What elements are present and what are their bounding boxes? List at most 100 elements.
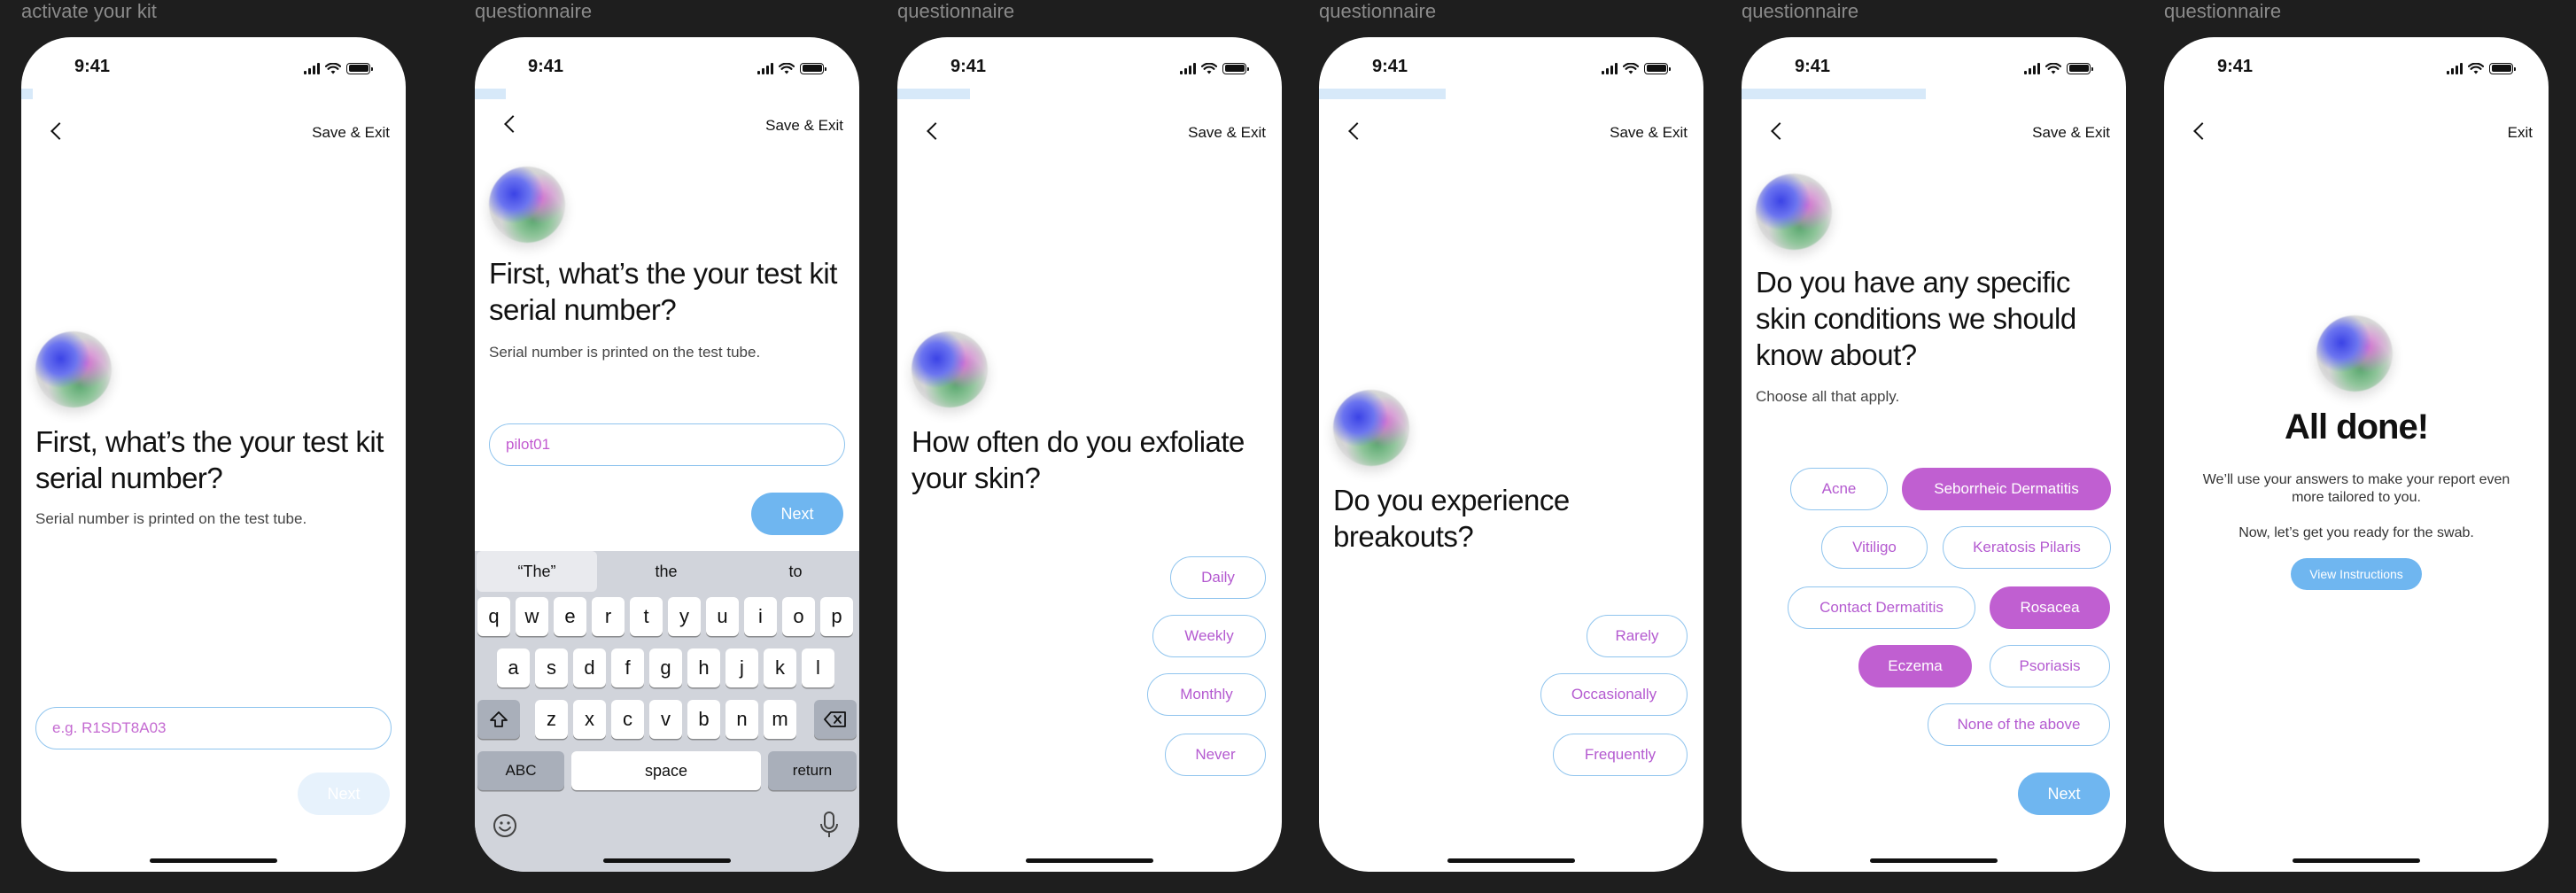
key-f[interactable]: f — [611, 648, 644, 687]
condition-chip-keratosis-pilaris[interactable]: Keratosis Pilaris — [1943, 526, 2111, 569]
wifi-icon — [1623, 62, 1639, 74]
save-exit-link[interactable]: Save & Exit — [312, 124, 390, 142]
status-icons — [1180, 62, 1249, 74]
keyboard-suggestion[interactable]: to — [735, 551, 856, 592]
save-exit-link[interactable]: Save & Exit — [765, 117, 843, 135]
space-key[interactable]: space — [571, 751, 761, 790]
page-title: First, what’s the your test kit serial n… — [489, 257, 837, 326]
key-r[interactable]: r — [592, 597, 625, 636]
frame-label: questionnaire — [1319, 0, 1437, 22]
next-button[interactable]: Next — [751, 493, 843, 535]
wifi-icon — [2045, 62, 2061, 74]
return-key[interactable]: return — [768, 751, 857, 790]
assistant-orb-avatar — [912, 331, 988, 408]
serial-number-input[interactable]: pilot01 — [489, 423, 845, 466]
delete-key[interactable] — [814, 700, 857, 739]
back-button[interactable] — [1765, 119, 1789, 144]
key-z[interactable]: z — [535, 700, 568, 739]
key-w[interactable]: w — [516, 597, 548, 636]
keyboard-suggestion[interactable]: the — [606, 551, 726, 592]
frame-label: questionnaire — [2164, 0, 2282, 22]
progress-track — [1319, 89, 1703, 99]
key-y[interactable]: y — [668, 597, 701, 636]
abc-key[interactable]: ABC — [477, 751, 564, 790]
key-o[interactable]: o — [782, 597, 815, 636]
chevron-left-icon — [927, 122, 944, 140]
battery-icon — [346, 62, 373, 74]
option-chip[interactable]: Daily — [1170, 556, 1266, 599]
key-l[interactable]: l — [802, 648, 834, 687]
cellular-signal-icon — [1180, 62, 1196, 74]
page-title: Do you have any specific skin conditions… — [1756, 266, 2076, 371]
next-button[interactable]: Next — [298, 773, 390, 815]
emoji-icon[interactable] — [491, 811, 519, 840]
option-chip[interactable]: Weekly — [1152, 615, 1266, 657]
condition-chip-seborrheic-dermatitis[interactable]: Seborrheic Dermatitis — [1902, 468, 2111, 510]
key-m[interactable]: m — [764, 700, 796, 739]
page-subtitle: Choose all that apply. — [1756, 388, 1900, 405]
back-button[interactable] — [920, 119, 945, 144]
back-button[interactable] — [498, 112, 523, 136]
key-p[interactable]: p — [820, 597, 853, 636]
back-button[interactable] — [1342, 119, 1367, 144]
option-chip[interactable]: Never — [1165, 734, 1266, 776]
condition-chip-rosacea[interactable]: Rosacea — [1990, 586, 2110, 629]
serial-number-input[interactable]: e.g. R1SDT8A03 — [35, 707, 392, 749]
microphone-icon[interactable] — [815, 810, 843, 840]
key-t[interactable]: t — [630, 597, 663, 636]
battery-icon — [1644, 62, 1671, 74]
option-chip[interactable]: Frequently — [1553, 734, 1688, 776]
phone-frame-activate-kit: 9:41 Save & Exit First, what’s the your … — [21, 37, 406, 872]
shift-key[interactable] — [477, 700, 520, 739]
key-e[interactable]: e — [554, 597, 586, 636]
condition-chip-eczema[interactable]: Eczema — [1858, 645, 1972, 687]
home-indicator — [2293, 858, 2420, 863]
key-c[interactable]: c — [611, 700, 644, 739]
key-s[interactable]: s — [535, 648, 568, 687]
condition-chip-acne[interactable]: Acne — [1790, 468, 1888, 510]
status-time: 9:41 — [950, 57, 987, 76]
key-h[interactable]: h — [687, 648, 720, 687]
condition-chip-psoriasis[interactable]: Psoriasis — [1990, 645, 2110, 687]
back-button[interactable] — [44, 119, 69, 144]
shift-arrow-icon — [490, 711, 508, 727]
key-k[interactable]: k — [764, 648, 796, 687]
progress-track — [897, 89, 1282, 99]
view-instructions-button[interactable]: View Instructions — [2291, 558, 2422, 590]
wifi-icon — [1201, 62, 1217, 74]
key-n[interactable]: n — [725, 700, 758, 739]
progress-track — [475, 89, 859, 99]
save-exit-link[interactable]: Save & Exit — [2032, 124, 2110, 142]
condition-chip-none[interactable]: None of the above — [1928, 703, 2110, 746]
key-a[interactable]: a — [497, 648, 530, 687]
assistant-orb-avatar — [35, 331, 112, 408]
key-i[interactable]: i — [744, 597, 777, 636]
key-u[interactable]: u — [706, 597, 739, 636]
assistant-orb-avatar — [1333, 390, 1409, 466]
condition-chip-contact-dermatitis[interactable]: Contact Dermatitis — [1788, 586, 1975, 629]
key-q[interactable]: q — [477, 597, 510, 636]
frame-label: questionnaire — [897, 0, 1015, 22]
back-button[interactable] — [2187, 119, 2212, 144]
assistant-orb-avatar — [1756, 174, 1832, 250]
option-chip[interactable]: Monthly — [1147, 673, 1266, 716]
wifi-icon — [2468, 62, 2484, 74]
page-subtitle: Serial number is printed on the test tub… — [489, 344, 761, 361]
option-chip[interactable]: Occasionally — [1540, 673, 1688, 716]
key-g[interactable]: g — [649, 648, 682, 687]
key-d[interactable]: d — [573, 648, 606, 687]
page-title: All done! — [2284, 408, 2429, 446]
ios-keyboard: “The” the to q w e r t y u i o p a s d f… — [475, 551, 859, 872]
key-x[interactable]: x — [573, 700, 606, 739]
condition-chip-vitiligo[interactable]: Vitiligo — [1821, 526, 1928, 569]
keyboard-suggestion[interactable]: “The” — [477, 551, 597, 592]
key-b[interactable]: b — [687, 700, 720, 739]
key-v[interactable]: v — [649, 700, 682, 739]
save-exit-link[interactable]: Save & Exit — [1188, 124, 1266, 142]
battery-icon — [2067, 62, 2093, 74]
option-chip[interactable]: Rarely — [1587, 615, 1688, 657]
key-j[interactable]: j — [725, 648, 758, 687]
next-button[interactable]: Next — [2018, 773, 2110, 815]
exit-link[interactable]: Exit — [2508, 124, 2533, 142]
save-exit-link[interactable]: Save & Exit — [1610, 124, 1688, 142]
